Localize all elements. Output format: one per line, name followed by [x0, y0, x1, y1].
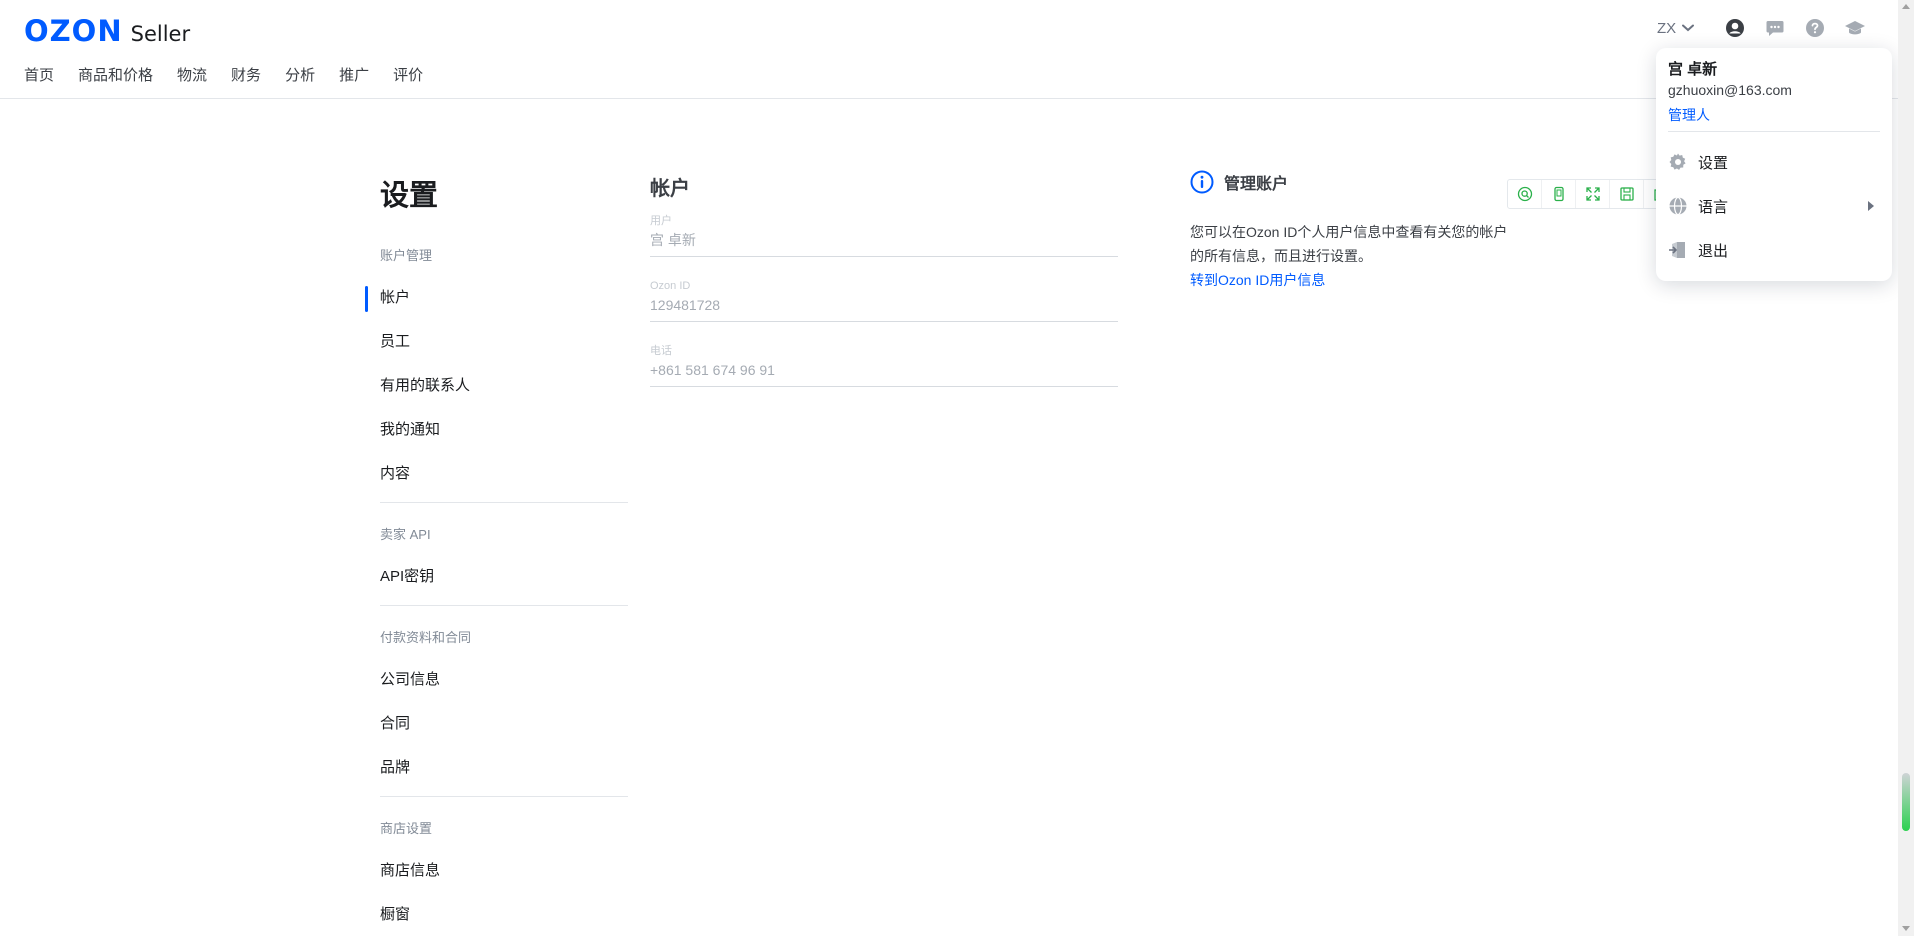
sidebar-item-showcase[interactable]: 橱窗: [380, 893, 628, 937]
sidebar-item-api-keys[interactable]: API密钥: [380, 555, 628, 599]
sidebar-item-my-notifications[interactable]: 我的通知: [380, 408, 628, 452]
sidebar-item-store-info[interactable]: 商店信息: [380, 849, 628, 893]
sidebar-item-account[interactable]: 帐户: [365, 276, 628, 320]
info-icon: [1190, 170, 1214, 194]
search-circle-icon[interactable]: [1508, 180, 1542, 208]
graduation-cap-icon[interactable]: [1844, 17, 1866, 39]
sidebar-item-useful-contacts[interactable]: 有用的联系人: [380, 364, 628, 408]
logo-product: Seller: [130, 22, 191, 46]
manage-account-title: 管理账户: [1224, 176, 1289, 193]
nav-item-analytics[interactable]: 分析: [285, 64, 315, 85]
settings-sidebar: 账户管理 帐户 员工 有用的联系人 我的通知 内容 卖家 API API密钥 付…: [365, 244, 628, 937]
nav-item-home[interactable]: 首页: [24, 64, 54, 85]
section-label-seller-api: 卖家 API: [380, 527, 431, 542]
ozon-seller-logo[interactable]: OZON Seller: [24, 14, 190, 48]
page-title: 设置: [380, 180, 439, 212]
caret-right-icon: [1868, 201, 1874, 211]
sidebar-item-contracts[interactable]: 合同: [380, 702, 628, 746]
field-value: 宫 卓新: [650, 232, 696, 248]
sidebar-divider: [380, 796, 628, 797]
section-label-store-settings: 商店设置: [380, 821, 433, 836]
section-label-payment-contracts: 付款资料和合同: [380, 630, 472, 645]
field-value: +861 581 674 96 91: [650, 362, 775, 378]
nav-item-logistics[interactable]: 物流: [177, 64, 207, 85]
scrollbar-thumb[interactable]: [1902, 773, 1910, 831]
nav-item-reviews[interactable]: 评价: [393, 64, 423, 85]
chat-icon[interactable]: [1764, 17, 1786, 39]
field-label: 电话: [650, 345, 672, 357]
sidebar-divider: [380, 605, 628, 606]
menu-item-logout[interactable]: 退出: [1668, 232, 1880, 268]
nav-item-products-prices[interactable]: 商品和价格: [78, 64, 153, 85]
menu-item-label: 退出: [1698, 242, 1729, 260]
user-name: 宫 卓新: [1668, 61, 1718, 78]
field-label: 用户: [650, 215, 672, 227]
logout-icon: [1668, 240, 1688, 260]
user-role-link[interactable]: 管理人: [1668, 105, 1710, 125]
menu-item-language[interactable]: 语言: [1668, 188, 1880, 224]
sidebar-item-content[interactable]: 内容: [380, 452, 628, 496]
manage-account-panel: 管理账户 您可以在Ozon ID个人用户信息中查看有关您的帐户 的所有信息，而且…: [1190, 170, 1540, 292]
phone-frame-icon[interactable]: [1542, 180, 1576, 208]
sidebar-item-company-info[interactable]: 公司信息: [380, 658, 628, 702]
section-label-account-management: 账户管理: [380, 248, 433, 263]
user-dropdown-menu: 宫 卓新 gzhuoxin@163.com 管理人 设置 语言 退出: [1656, 48, 1892, 281]
sidebar-item-brands[interactable]: 品牌: [380, 746, 628, 790]
field-value: 129481728: [650, 297, 721, 313]
gear-icon: [1668, 152, 1688, 172]
nav-item-promotion[interactable]: 推广: [339, 64, 369, 85]
save-icon[interactable]: [1610, 180, 1644, 208]
sidebar-item-employees[interactable]: 员工: [380, 320, 628, 364]
user-email: gzhuoxin@163.com: [1668, 82, 1792, 98]
ozon-id-field: Ozon ID 129481728: [650, 277, 1118, 322]
expand-icon[interactable]: [1576, 180, 1610, 208]
company-switcher[interactable]: ZX: [1657, 19, 1695, 37]
ozon-id-profile-link[interactable]: 转到Ozon ID用户信息: [1190, 268, 1540, 292]
nav-item-finance[interactable]: 财务: [231, 64, 261, 85]
manage-account-description: 您可以在Ozon ID个人用户信息中查看有关您的帐户: [1190, 224, 1508, 240]
menu-item-label: 语言: [1698, 198, 1729, 216]
sidebar-divider: [380, 502, 628, 503]
header-divider: [0, 98, 1898, 99]
page-scrollbar[interactable]: [1898, 0, 1914, 936]
menu-divider: [1668, 131, 1880, 132]
top-navigation: 首页 商品和价格 物流 财务 分析 推广 评价: [24, 64, 423, 85]
scroll-up-arrow-icon[interactable]: [1902, 4, 1910, 9]
user-name-field: 用户 宫 卓新: [650, 212, 1118, 257]
manage-account-description: 的所有信息，而且进行设置。: [1190, 248, 1372, 264]
globe-icon: [1668, 196, 1688, 216]
phone-field: 电话 +861 581 674 96 91: [650, 342, 1118, 387]
chevron-down-icon: [1682, 24, 1695, 32]
header-right-controls: ZX: [1657, 17, 1866, 39]
help-icon[interactable]: [1804, 17, 1826, 39]
company-initials: ZX: [1657, 19, 1677, 37]
account-section-title: 帐户: [650, 178, 690, 200]
logo-brand: OZON: [24, 14, 123, 48]
field-label: Ozon ID: [650, 280, 691, 292]
menu-item-settings[interactable]: 设置: [1668, 144, 1880, 180]
menu-item-label: 设置: [1698, 154, 1729, 172]
scroll-down-arrow-icon[interactable]: [1902, 926, 1910, 931]
user-circle-icon[interactable]: [1724, 17, 1746, 39]
